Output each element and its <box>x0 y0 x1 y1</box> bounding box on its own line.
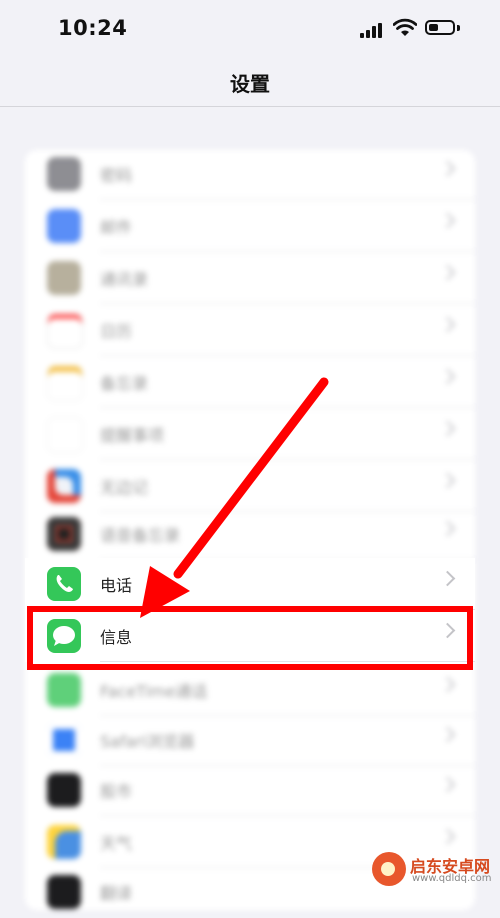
watermark: 启东安卓网 www.qdldq.com <box>372 852 500 889</box>
watermark-url: www.qdldq.com <box>412 873 492 884</box>
pointer-arrow <box>140 377 329 618</box>
site-logo-icon <box>372 852 406 886</box>
